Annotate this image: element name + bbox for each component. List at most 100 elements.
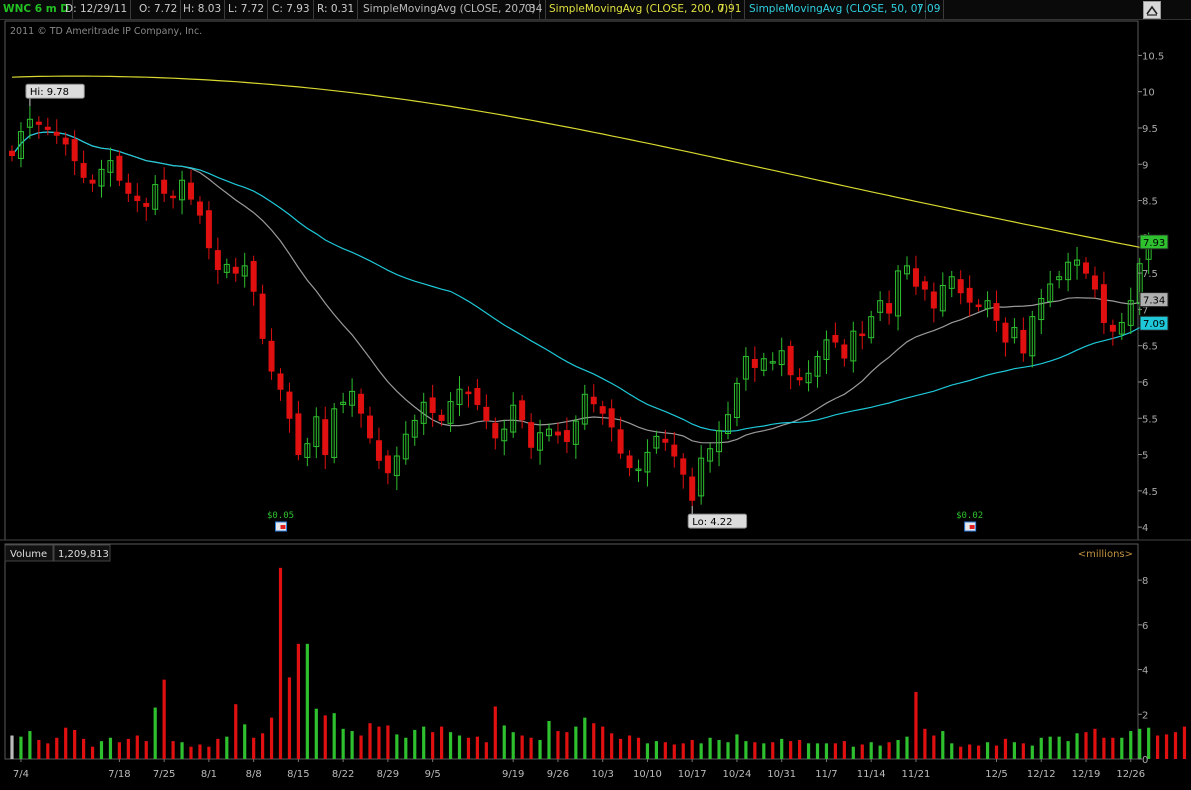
price-tick-label: 6.5 <box>1142 342 1158 353</box>
volume-bar <box>314 708 318 759</box>
x-tick-label: 9/19 <box>502 769 524 780</box>
volume-bar <box>538 739 542 759</box>
volume-bar <box>923 728 927 759</box>
x-tick-label: 10/3 <box>591 769 613 780</box>
volume-bar <box>448 732 453 759</box>
volume-bar <box>225 736 229 759</box>
x-tick-label: 9/26 <box>547 769 569 780</box>
volume-bar <box>162 679 166 759</box>
volume-bar <box>386 725 390 759</box>
volume-bar <box>1156 735 1160 759</box>
volume-bar <box>457 735 462 759</box>
volume-bar <box>1003 738 1008 759</box>
sma20-label[interactable]: SimpleMovingAvg (CLOSE, 20, 0) <box>360 0 540 19</box>
last-value-label: 7.93 <box>1143 238 1165 249</box>
volume-bar <box>126 738 130 759</box>
volume-bar <box>359 735 363 759</box>
x-tick-label: 8/1 <box>201 769 217 780</box>
candle-body <box>912 268 919 287</box>
candle-body <box>993 303 1000 321</box>
volume-bar <box>252 737 256 759</box>
candle-body <box>975 304 982 308</box>
candle-body <box>528 422 535 448</box>
x-tick-label: 12/12 <box>1027 769 1056 780</box>
dividend-label: $0.02 <box>956 511 983 521</box>
volume-tick-label: 6 <box>1142 621 1148 632</box>
candle-body <box>957 279 964 294</box>
volume-bar <box>484 742 488 759</box>
candle-body <box>62 137 69 145</box>
volume-bar <box>878 745 882 759</box>
volume-bar <box>556 731 560 759</box>
volume-bar <box>1182 726 1187 759</box>
volume-bar <box>815 743 820 759</box>
sma50-label[interactable]: SimpleMovingAvg (CLOSE, 50, 0) <box>746 0 926 19</box>
candle-body <box>921 281 928 290</box>
candle-body <box>170 195 177 199</box>
candle-body <box>787 345 794 376</box>
volume-bar <box>368 723 372 759</box>
volume-bar <box>278 567 283 759</box>
volume-bar <box>413 729 417 759</box>
x-tick-label: 10/24 <box>723 769 752 780</box>
candle-body <box>841 344 848 359</box>
candle-body <box>143 202 150 207</box>
volume-bar <box>1138 728 1142 759</box>
x-tick-label: 12/5 <box>985 769 1007 780</box>
volume-bar <box>431 732 435 759</box>
last-value-label: 7.34 <box>1143 296 1165 307</box>
x-tick-label: 7/25 <box>153 769 175 780</box>
price-tick-label: 10.5 <box>1142 51 1164 62</box>
candle-body <box>35 121 42 125</box>
candle-body <box>232 266 239 274</box>
candle-body <box>483 406 490 421</box>
price-tick-label: 5 <box>1142 451 1148 462</box>
sma200-label[interactable]: SimpleMovingAvg (CLOSE, 200, 0) <box>546 0 733 19</box>
candle-body <box>438 414 445 421</box>
volume-bar <box>296 643 300 759</box>
candle-body <box>590 396 597 405</box>
volume-bar <box>207 746 211 759</box>
volume-bar <box>905 736 909 759</box>
price-tick-label: 7.5 <box>1142 269 1158 280</box>
price-tick-label: 4 <box>1142 523 1148 534</box>
candle-body <box>295 413 302 456</box>
volume-bar <box>565 732 569 759</box>
candle-body <box>859 333 866 337</box>
x-tick-label: 9/5 <box>425 769 441 780</box>
volume-bar <box>493 706 497 759</box>
candle-body <box>474 388 481 405</box>
low-readout: L: 7.72 <box>225 0 269 19</box>
candle-body <box>80 163 87 178</box>
volume-bar <box>1030 745 1034 759</box>
volume-bar <box>180 742 184 759</box>
volume-bar <box>672 744 676 759</box>
volume-bar <box>216 738 220 759</box>
volume-bar <box>833 743 837 759</box>
volume-bar <box>851 746 855 759</box>
volume-bar <box>932 735 936 759</box>
volume-bar <box>547 720 551 759</box>
volume-bar <box>395 734 399 759</box>
candle-body <box>832 335 839 343</box>
volume-bar <box>466 737 471 759</box>
sma50-value: 7.09 <box>914 0 945 19</box>
chart-area[interactable]: 2011 © TD Ameritrade IP Company, Inc. 4 4… <box>0 20 1191 790</box>
volume-bar <box>19 736 23 759</box>
volume-bar <box>627 735 632 759</box>
candle-body <box>384 455 391 474</box>
volume-value: 1,209,813 <box>58 549 109 560</box>
volume-bar <box>28 731 32 759</box>
volume-bar <box>744 741 748 759</box>
volume-bar <box>592 723 596 759</box>
volume-bar <box>475 736 479 759</box>
copyright-text: 2011 © TD Ameritrade IP Company, Inc. <box>10 26 202 37</box>
last-value-label: 7.09 <box>1143 319 1165 330</box>
volume-bar <box>1111 737 1115 759</box>
volume-bar <box>10 735 14 759</box>
expand-icon[interactable] <box>1143 1 1161 19</box>
volume-bar <box>440 726 444 759</box>
volume-bar <box>234 704 238 759</box>
volume-bar <box>610 733 614 759</box>
volume-bar <box>780 738 784 759</box>
